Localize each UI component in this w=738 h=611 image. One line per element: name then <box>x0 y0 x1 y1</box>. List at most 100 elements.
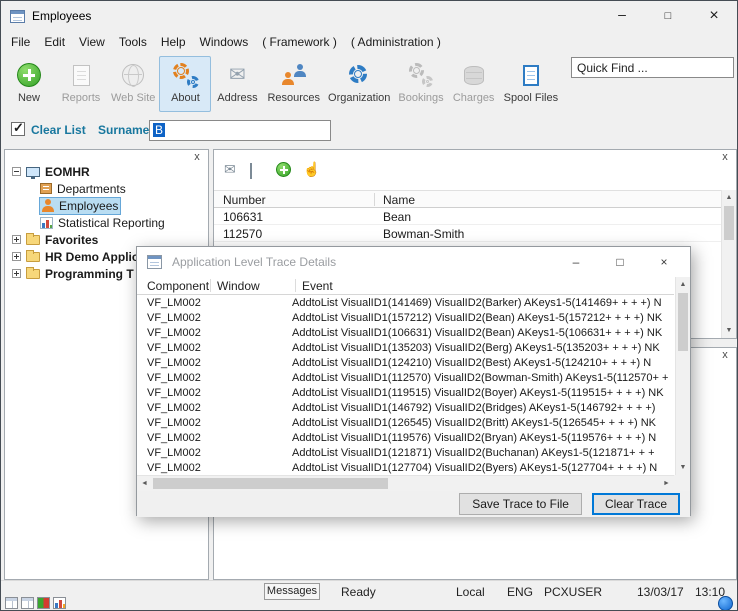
trace-vertical-scrollbar[interactable]: ▲ ▼ <box>675 277 690 475</box>
menu-windows[interactable]: Windows <box>193 32 256 52</box>
grid-vertical-scrollbar[interactable]: ▲ ▼ <box>721 190 736 338</box>
table-row[interactable]: 106631 Bean <box>214 208 721 225</box>
toolbar-reports-button[interactable]: Reports <box>55 56 107 112</box>
menu-framework[interactable]: ( Framework ) <box>255 32 344 52</box>
hand-pointer-icon[interactable]: ☝ <box>303 162 320 176</box>
trace-maximize-button[interactable]: □ <box>598 247 642 277</box>
spool-files-icon <box>523 65 539 86</box>
notification-dot-icon[interactable] <box>718 596 733 611</box>
column-header-component[interactable]: Component <box>147 279 209 293</box>
toolbar-website-button[interactable]: Web Site <box>107 56 159 112</box>
scroll-right-icon[interactable]: ► <box>659 476 674 491</box>
trace-row[interactable]: VF_LM002AddtoList VisualID1(124210) Visu… <box>137 355 674 370</box>
toolbar-bookings-button[interactable]: Bookings <box>394 56 447 112</box>
trace-row[interactable]: VF_LM002AddtoList VisualID1(119576) Visu… <box>137 430 674 445</box>
column-header-event[interactable]: Event <box>302 279 333 293</box>
menu-edit[interactable]: Edit <box>37 32 72 52</box>
list-view-icon[interactable] <box>5 597 18 609</box>
tree-item-eomhr[interactable]: EOMHR <box>7 163 206 180</box>
column-header-name[interactable]: Name <box>383 193 415 207</box>
column-separator[interactable] <box>295 279 296 292</box>
expand-icon[interactable] <box>12 269 21 278</box>
scroll-up-icon[interactable]: ▲ <box>722 190 736 205</box>
scroll-up-icon[interactable]: ▲ <box>676 277 690 292</box>
menu-administration[interactable]: ( Administration ) <box>344 32 448 52</box>
collapse-icon[interactable] <box>12 167 21 176</box>
titlebar: Employees – □ × <box>1 1 737 31</box>
scrollbar-thumb[interactable] <box>724 206 734 240</box>
tree-item-label: HR Demo Applic <box>45 250 139 264</box>
menu-tools[interactable]: Tools <box>112 32 154 52</box>
toolbar-charges-button[interactable]: Charges <box>448 56 500 112</box>
cell-event: AddtoList VisualID1(127704) VisualID2(By… <box>292 462 674 474</box>
trace-dialog: Application Level Trace Details – □ × Co… <box>136 246 691 516</box>
expand-icon[interactable] <box>12 252 21 261</box>
save-trace-button[interactable]: Save Trace to File <box>459 493 582 515</box>
trace-row[interactable]: VF_LM002AddtoList VisualID1(135203) Visu… <box>137 340 674 355</box>
toolbar-spoolfiles-button[interactable]: Spool Files <box>500 56 562 112</box>
chart-view-icon[interactable] <box>53 597 66 609</box>
table-view-icon[interactable] <box>21 597 34 609</box>
trace-row[interactable]: VF_LM002AddtoList VisualID1(127704) Visu… <box>137 460 674 475</box>
tree-item-label: Statistical Reporting <box>58 216 165 230</box>
column-separator[interactable] <box>374 193 375 206</box>
clear-list-checkbox[interactable]: ✓ <box>11 122 25 136</box>
bookings-gears-icon <box>408 63 434 87</box>
app-window: Employees – □ × File Edit View Tools Hel… <box>0 0 738 611</box>
column-header-window[interactable]: Window <box>217 279 260 293</box>
minimize-button[interactable]: – <box>599 1 645 31</box>
trace-minimize-button[interactable]: – <box>554 247 598 277</box>
quick-find-input[interactable] <box>571 57 734 78</box>
surname-input[interactable]: B <box>149 120 331 141</box>
menu-help[interactable]: Help <box>154 32 193 52</box>
menu-file[interactable]: File <box>4 32 37 52</box>
trace-row[interactable]: VF_LM002AddtoList VisualID1(126545) Visu… <box>137 415 674 430</box>
trace-row[interactable]: VF_LM002AddtoList VisualID1(119515) Visu… <box>137 385 674 400</box>
scroll-left-icon[interactable]: ◄ <box>137 476 152 491</box>
cell-event: AddtoList VisualID1(112570) VisualID2(Bo… <box>292 372 674 384</box>
column-separator[interactable] <box>210 279 211 292</box>
scrollbar-thumb[interactable] <box>153 478 388 489</box>
close-icon: × <box>709 7 718 25</box>
toolbar-new-button[interactable]: New <box>3 56 55 112</box>
toolbar-organization-button[interactable]: Organization <box>324 56 394 112</box>
menu-view[interactable]: View <box>72 32 112 52</box>
trace-row[interactable]: VF_LM002AddtoList VisualID1(121871) Visu… <box>137 445 674 460</box>
reports-icon <box>73 65 90 86</box>
main-toolbar: New Reports Web Site About ✉ Address Res… <box>1 53 569 115</box>
tree-item-statistical-reporting[interactable]: Statistical Reporting <box>7 214 206 231</box>
cell-event: AddtoList VisualID1(106631) VisualID2(Be… <box>292 327 674 339</box>
tree-item-label: Employees <box>59 199 118 213</box>
cell-name: Bean <box>383 210 411 224</box>
tree-selection: Employees <box>40 198 120 214</box>
scroll-down-icon[interactable]: ▼ <box>676 460 690 475</box>
trace-row[interactable]: VF_LM002AddtoList VisualID1(141469) Visu… <box>137 295 674 310</box>
trace-row[interactable]: VF_LM002AddtoList VisualID1(146792) Visu… <box>137 400 674 415</box>
expand-icon[interactable] <box>12 235 21 244</box>
status-color-icon[interactable] <box>37 597 50 609</box>
maximize-button[interactable]: □ <box>645 1 691 31</box>
clear-trace-button[interactable]: Clear Trace <box>592 493 680 515</box>
scrollbar-thumb[interactable] <box>678 293 688 351</box>
table-row[interactable]: 112570 Bowman-Smith <box>214 225 721 242</box>
scroll-down-icon[interactable]: ▼ <box>722 323 736 338</box>
toolbar-resources-button[interactable]: Resources <box>263 56 324 112</box>
toolbar-about-button[interactable]: About <box>159 56 211 112</box>
window-icon[interactable] <box>250 163 252 179</box>
trace-horizontal-scrollbar[interactable]: ◄ ► <box>137 475 674 491</box>
trace-row[interactable]: VF_LM002AddtoList VisualID1(112570) Visu… <box>137 370 674 385</box>
tree-item-departments[interactable]: Departments <box>7 180 206 197</box>
column-header-number[interactable]: Number <box>223 193 266 207</box>
trace-close-button[interactable]: × <box>642 247 686 277</box>
trace-row[interactable]: VF_LM002AddtoList VisualID1(106631) Visu… <box>137 325 674 340</box>
toolbar-address-button[interactable]: ✉ Address <box>211 56 263 112</box>
mail-icon[interactable]: ✉ <box>224 162 236 176</box>
chart-icon <box>40 217 53 229</box>
detail-panel-close-button[interactable]: x <box>718 348 732 363</box>
close-button[interactable]: × <box>691 1 737 31</box>
tree-item-employees[interactable]: Employees <box>7 197 206 214</box>
cell-component: VF_LM002 <box>137 402 207 414</box>
add-icon[interactable] <box>276 162 291 177</box>
trace-row[interactable]: VF_LM002AddtoList VisualID1(157212) Visu… <box>137 310 674 325</box>
messages-button[interactable]: Messages <box>264 583 320 600</box>
